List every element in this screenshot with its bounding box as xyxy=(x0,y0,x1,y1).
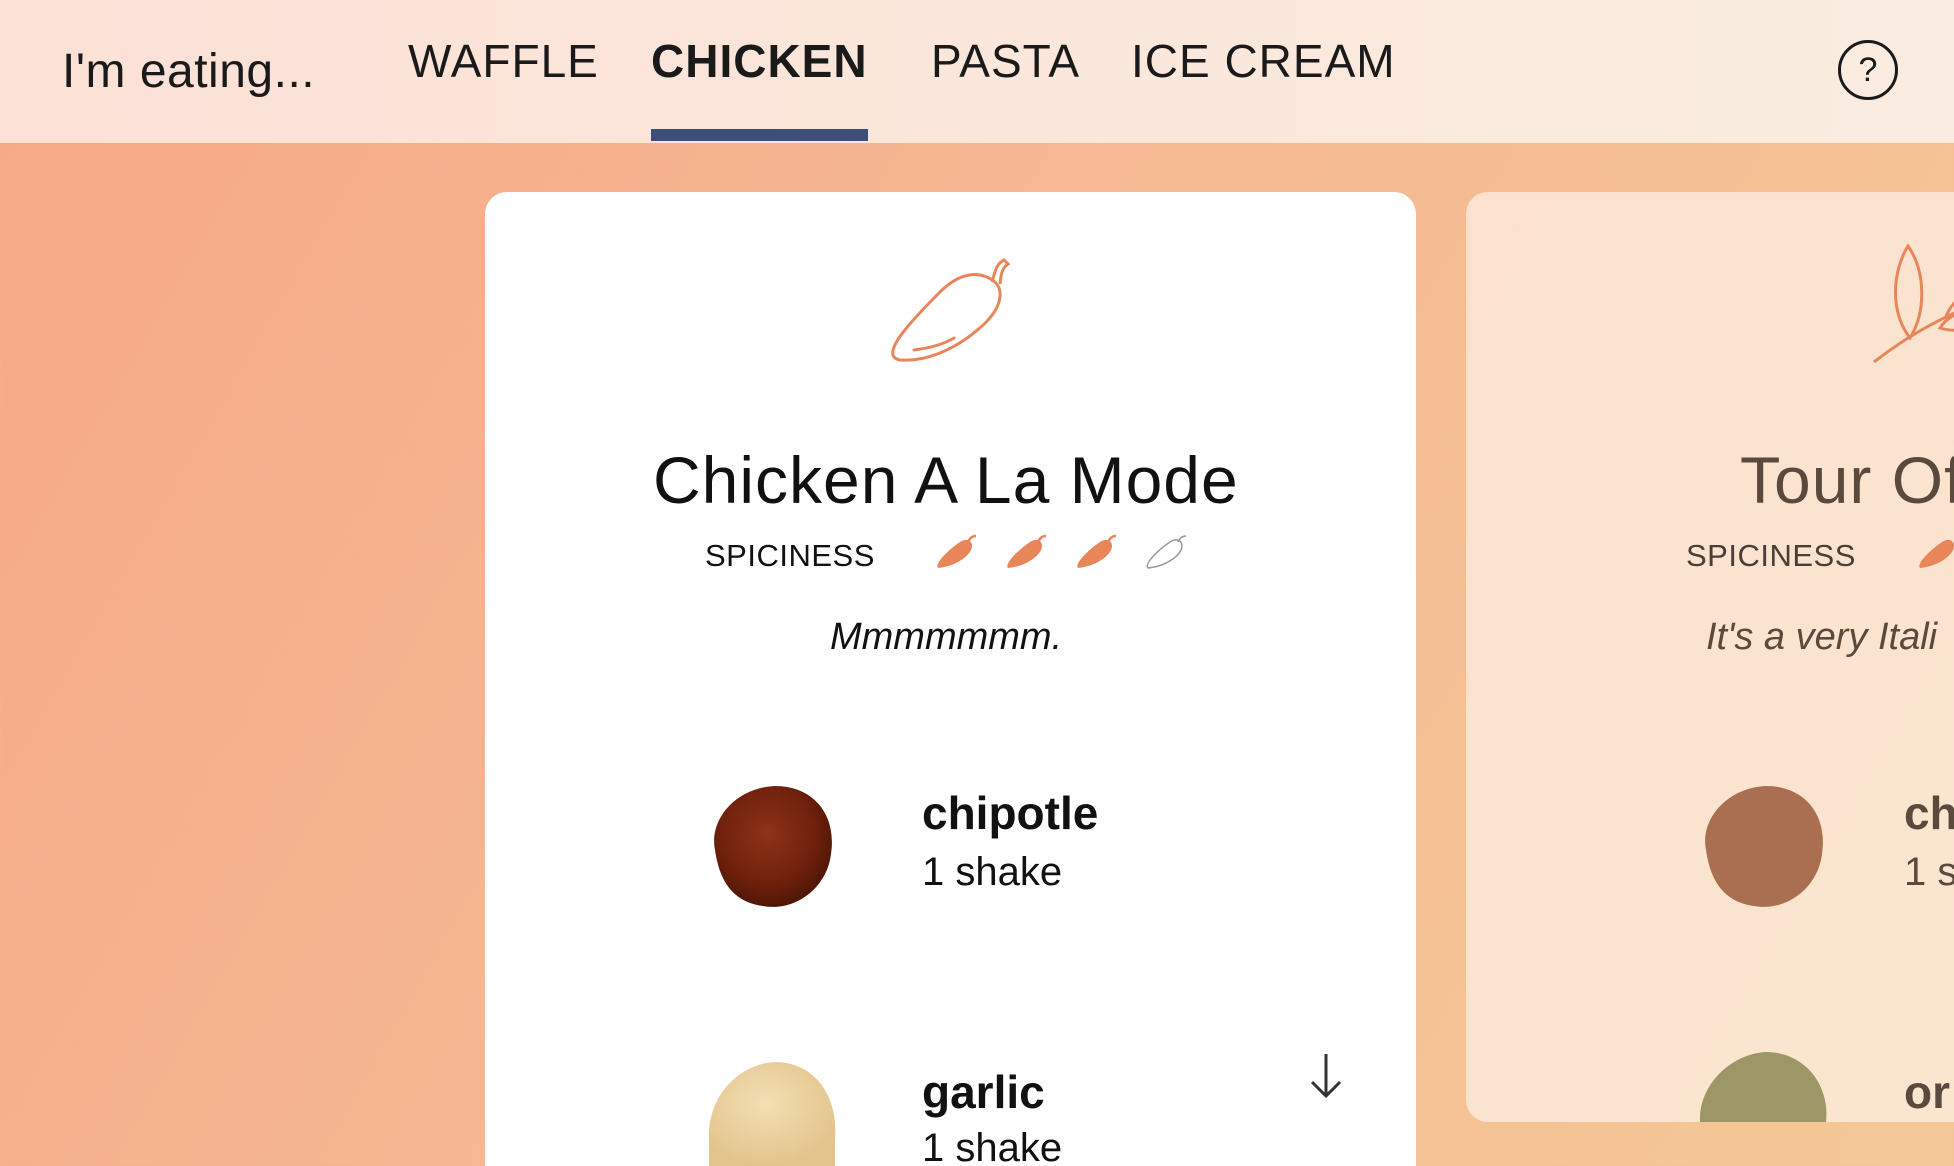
tab-waffle[interactable]: WAFFLE xyxy=(408,34,599,143)
tab-chicken[interactable]: CHICKEN xyxy=(651,34,868,143)
tab-pasta[interactable]: PASTA xyxy=(931,34,1080,143)
spiciness-rating xyxy=(934,534,1188,572)
ingredient-name: or xyxy=(1904,1066,1950,1118)
recipe-tagline: Mmmmmmm. xyxy=(830,616,1063,658)
ingredient-name: ch xyxy=(1904,787,1954,839)
pepper-filled-icon xyxy=(1919,539,1954,568)
pepper-filled-icon xyxy=(937,534,977,568)
ingredient-quantity: 1 shake xyxy=(922,850,1063,894)
oregano-image xyxy=(1699,1052,1827,1122)
pepper-filled-icon xyxy=(1007,534,1047,568)
recipe-card-chicken-a-la-mode[interactable]: Chicken A La Mode SPICINESS Mmmmmmm. chi… xyxy=(485,192,1416,1166)
chili-pepper-icon xyxy=(891,258,1011,362)
recipe-title: Chicken A La Mode xyxy=(653,443,1239,517)
ingredient-quantity: 1 shake xyxy=(922,1126,1063,1166)
recipe-tagline: It's a very Itali xyxy=(1706,616,1938,658)
pepper-empty-icon xyxy=(1146,535,1187,569)
ingredient-name: chipotle xyxy=(922,787,1099,839)
help-button[interactable]: ? xyxy=(1838,40,1898,100)
tab-ice-cream[interactable]: ICE CREAM xyxy=(1131,34,1396,143)
chipotle-powder-image xyxy=(714,786,832,907)
ingredient-name: garlic xyxy=(922,1066,1045,1118)
spiciness-label: SPICINESS xyxy=(1686,538,1856,573)
chili-powder-image xyxy=(1705,786,1823,907)
garlic-powder-image xyxy=(708,1062,836,1166)
basil-leaf-icon xyxy=(1873,243,1954,364)
eating-label: I'm eating... xyxy=(62,45,316,98)
help-icon: ? xyxy=(1858,50,1878,89)
recipe-title: Tour Of xyxy=(1740,443,1954,517)
arrow-down-icon[interactable] xyxy=(1308,1052,1344,1100)
recipe-card-next[interactable]: Tour Of SPICINESS It's a very Itali ch 1… xyxy=(1466,192,1954,1122)
pepper-filled-icon xyxy=(1077,534,1117,568)
ingredient-quantity: 1 s xyxy=(1904,850,1954,894)
spiciness-label: SPICINESS xyxy=(705,538,875,573)
top-nav-bar: I'm eating... WAFFLE CHICKEN PASTA ICE C… xyxy=(0,0,1954,143)
